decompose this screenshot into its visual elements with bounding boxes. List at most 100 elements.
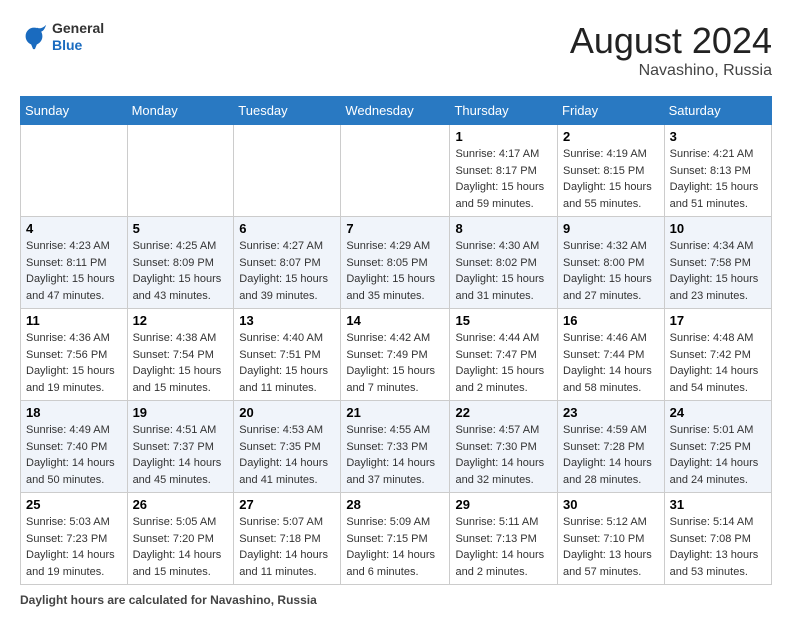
- sunset-label: Sunset:: [455, 533, 495, 545]
- sunrise-label: Sunrise:: [346, 516, 389, 528]
- daylight-label: Daylight:: [239, 457, 285, 469]
- sunset-label: Sunset:: [133, 257, 173, 269]
- header: General Blue August 2024 Navashino, Russ…: [20, 20, 772, 80]
- day-info: Sunrise: 5:09 AM Sunset: 7:15 PM Dayligh…: [346, 514, 444, 580]
- daylight-label: Daylight:: [26, 457, 72, 469]
- week-row-5: 25 Sunrise: 5:03 AM Sunset: 7:23 PM Dayl…: [21, 493, 772, 585]
- daylight-label: Daylight:: [26, 365, 72, 377]
- daylight-label: Daylight:: [346, 457, 392, 469]
- sunrise-label: Sunrise:: [239, 424, 282, 436]
- sunset-label: Sunset:: [563, 533, 603, 545]
- day-info: Sunrise: 4:23 AM Sunset: 8:11 PM Dayligh…: [26, 238, 122, 304]
- daylight-label: Daylight:: [346, 365, 392, 377]
- sunrise-label: Sunrise:: [26, 332, 69, 344]
- sunset-label: Sunset:: [26, 441, 66, 453]
- table-row: 31 Sunrise: 5:14 AM Sunset: 7:08 PM Dayl…: [664, 493, 771, 585]
- day-number: 14: [346, 313, 444, 328]
- day-info: Sunrise: 4:46 AM Sunset: 7:44 PM Dayligh…: [563, 330, 659, 396]
- table-row: 21 Sunrise: 4:55 AM Sunset: 7:33 PM Dayl…: [341, 401, 450, 493]
- sunrise-label: Sunrise:: [133, 516, 176, 528]
- sunset-label: Sunset:: [26, 349, 66, 361]
- sunset-value: 8:09 PM: [173, 257, 214, 269]
- table-row: 25 Sunrise: 5:03 AM Sunset: 7:23 PM Dayl…: [21, 493, 128, 585]
- day-info: Sunrise: 5:11 AM Sunset: 7:13 PM Dayligh…: [455, 514, 552, 580]
- daylight-label: Daylight:: [563, 549, 609, 561]
- table-row: 24 Sunrise: 5:01 AM Sunset: 7:25 PM Dayl…: [664, 401, 771, 493]
- day-info: Sunrise: 4:49 AM Sunset: 7:40 PM Dayligh…: [26, 422, 122, 488]
- sunset-value: 7:37 PM: [173, 441, 214, 453]
- table-row: [21, 125, 128, 217]
- day-number: 9: [563, 221, 659, 236]
- sunrise-label: Sunrise:: [455, 516, 498, 528]
- day-info: Sunrise: 5:07 AM Sunset: 7:18 PM Dayligh…: [239, 514, 335, 580]
- day-info: Sunrise: 4:57 AM Sunset: 7:30 PM Dayligh…: [455, 422, 552, 488]
- table-row: 26 Sunrise: 5:05 AM Sunset: 7:20 PM Dayl…: [127, 493, 234, 585]
- col-sunday: Sunday: [21, 97, 128, 125]
- sunrise-label: Sunrise:: [346, 424, 389, 436]
- sunrise-value: 4:30 AM: [499, 240, 539, 252]
- sunset-value: 7:44 PM: [603, 349, 644, 361]
- daylight-label: Daylight:: [346, 549, 392, 561]
- location: Navashino, Russia: [570, 62, 772, 80]
- sunset-value: 8:05 PM: [387, 257, 428, 269]
- day-info: Sunrise: 5:05 AM Sunset: 7:20 PM Dayligh…: [133, 514, 229, 580]
- sunset-label: Sunset:: [455, 165, 495, 177]
- day-number: 1: [455, 129, 552, 144]
- sunrise-label: Sunrise:: [670, 424, 713, 436]
- daylight-label: Daylight:: [26, 549, 72, 561]
- table-row: 2 Sunrise: 4:19 AM Sunset: 8:15 PM Dayli…: [558, 125, 665, 217]
- daylight-hours-label: Daylight hours: [20, 593, 104, 607]
- sunset-value: 8:17 PM: [496, 165, 537, 177]
- day-info: Sunrise: 4:40 AM Sunset: 7:51 PM Dayligh…: [239, 330, 335, 396]
- table-row: [127, 125, 234, 217]
- day-info: Sunrise: 4:32 AM Sunset: 8:00 PM Dayligh…: [563, 238, 659, 304]
- day-info: Sunrise: 4:42 AM Sunset: 7:49 PM Dayligh…: [346, 330, 444, 396]
- sunrise-value: 4:49 AM: [69, 424, 109, 436]
- day-number: 25: [26, 497, 122, 512]
- table-row: 17 Sunrise: 4:48 AM Sunset: 7:42 PM Dayl…: [664, 309, 771, 401]
- daylight-label: Daylight:: [563, 457, 609, 469]
- sunset-label: Sunset:: [670, 349, 710, 361]
- daylight-label: Daylight:: [133, 273, 179, 285]
- col-thursday: Thursday: [450, 97, 558, 125]
- col-wednesday: Wednesday: [341, 97, 450, 125]
- sunrise-label: Sunrise:: [563, 332, 606, 344]
- table-row: 6 Sunrise: 4:27 AM Sunset: 8:07 PM Dayli…: [234, 217, 341, 309]
- day-info: Sunrise: 4:51 AM Sunset: 7:37 PM Dayligh…: [133, 422, 229, 488]
- sunrise-label: Sunrise:: [670, 332, 713, 344]
- day-number: 5: [133, 221, 229, 236]
- sunrise-value: 4:46 AM: [606, 332, 646, 344]
- sunset-value: 7:56 PM: [66, 349, 107, 361]
- table-row: 28 Sunrise: 5:09 AM Sunset: 7:15 PM Dayl…: [341, 493, 450, 585]
- day-info: Sunrise: 4:44 AM Sunset: 7:47 PM Dayligh…: [455, 330, 552, 396]
- sunrise-value: 4:44 AM: [499, 332, 539, 344]
- sunrise-label: Sunrise:: [26, 516, 69, 528]
- daylight-label: Daylight:: [563, 365, 609, 377]
- daylight-label: Daylight:: [670, 365, 716, 377]
- daylight-label: Daylight:: [455, 181, 501, 193]
- sunrise-value: 4:55 AM: [390, 424, 430, 436]
- table-row: 5 Sunrise: 4:25 AM Sunset: 8:09 PM Dayli…: [127, 217, 234, 309]
- sunset-value: 7:30 PM: [496, 441, 537, 453]
- week-row-4: 18 Sunrise: 4:49 AM Sunset: 7:40 PM Dayl…: [21, 401, 772, 493]
- sunset-label: Sunset:: [455, 441, 495, 453]
- day-info: Sunrise: 5:03 AM Sunset: 7:23 PM Dayligh…: [26, 514, 122, 580]
- title-block: August 2024 Navashino, Russia: [570, 20, 772, 80]
- sunrise-label: Sunrise:: [133, 240, 176, 252]
- day-number: 27: [239, 497, 335, 512]
- sunset-value: 7:18 PM: [280, 533, 321, 545]
- sunrise-value: 5:05 AM: [176, 516, 216, 528]
- sunset-value: 7:40 PM: [66, 441, 107, 453]
- daylight-label: Daylight:: [133, 457, 179, 469]
- day-number: 12: [133, 313, 229, 328]
- sunrise-label: Sunrise:: [670, 516, 713, 528]
- sunset-label: Sunset:: [670, 165, 710, 177]
- day-number: 18: [26, 405, 122, 420]
- day-info: Sunrise: 4:19 AM Sunset: 8:15 PM Dayligh…: [563, 146, 659, 212]
- day-number: 19: [133, 405, 229, 420]
- sunset-label: Sunset:: [346, 257, 386, 269]
- logo-icon: [20, 23, 48, 51]
- sunrise-value: 4:57 AM: [499, 424, 539, 436]
- daylight-label: Daylight:: [239, 365, 285, 377]
- day-number: 26: [133, 497, 229, 512]
